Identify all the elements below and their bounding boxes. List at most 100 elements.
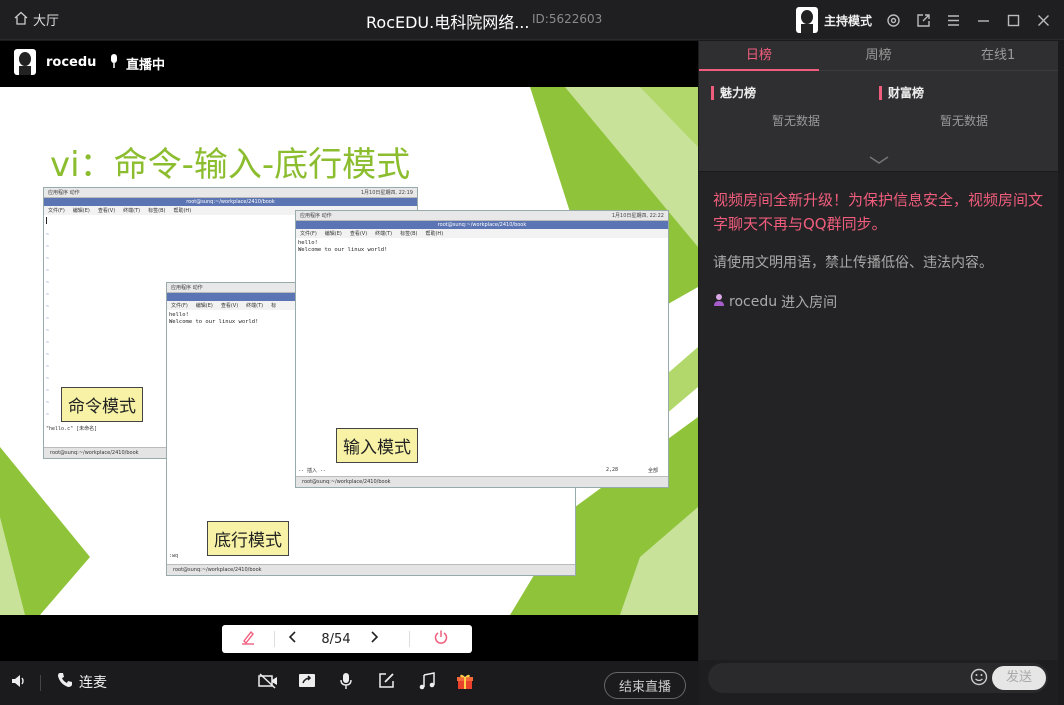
slide-title: vi：命令-输入-底行模式 [50,145,411,185]
charm-rank-title: 魅力榜 [711,86,881,100]
term3-statusbar: root@sunq:~/workplace/2410/book [167,564,575,575]
term1-cursor [46,217,47,224]
chat-input-area: 发送 [699,660,1058,705]
label-command-mode: 命令模式 [61,387,143,422]
host-mode-label: 主持模式 [823,13,872,28]
volume-button[interactable] [10,672,28,694]
host-mode-button[interactable]: 主持模式 [795,7,872,33]
term1-tildes: ~ ~ ~ ~ ~ ~ ~ ~ ~ ~ ~ ~ ~ ~ ~ ~ [46,232,50,418]
pen-tool-button[interactable] [222,625,274,653]
home-icon [14,11,28,29]
mic-link-button[interactable]: 连麦 [57,672,107,692]
term1-menu-file: 文件(F) [48,208,65,214]
term2-menu-help: 帮助(H) [425,231,444,237]
term2-line2: Welcome to our linux world! [298,247,388,253]
term2-content: hello! Welcome to our linux world! [296,238,668,256]
streamer-avatar [14,49,36,75]
term1-apps: 应用程序 动作 [48,190,80,196]
microphone-button[interactable] [339,672,353,694]
term2-status: root@sunq:~/workplace/2410/book [302,479,391,485]
end-live-button[interactable]: 结束直播 [604,672,686,699]
term1-menu-edit: 编辑(E) [72,208,90,214]
term2-menu-edit: 编辑(E) [324,231,342,237]
term1-menu-terminal: 终端(T) [123,208,141,214]
user-badge-icon [713,293,725,311]
tab-daily[interactable]: 日榜 [699,41,819,71]
music-button[interactable] [418,672,436,694]
live-label: 直播中 [126,57,166,73]
chat-system-notice: 视频房间全新升级！为保护信息安全，视频房间文字聊天不再与QQ群同步。 [713,191,1044,233]
send-button[interactable]: 发送 [992,666,1046,690]
prev-page-button[interactable] [275,625,311,653]
term2-position: 2,28 [605,467,618,473]
term3-menu-edit: 编辑(E) [195,303,213,309]
term3-menu-file: 文件(F) [171,303,188,309]
live-status: 直播中 [108,53,165,73]
room-id: ID:5622603 [532,12,603,26]
camera-toggle-button[interactable] [258,672,278,694]
chevron-right-icon [369,631,379,647]
phone-icon [57,672,73,692]
settings-icon[interactable] [884,11,902,29]
mic-link-label: 连麦 [79,675,107,691]
term1-title: root@sunq:~/workplace/2410/book [44,198,417,206]
charm-rank: 魅力榜 暂无数据 [711,86,881,129]
tab-weekly[interactable]: 周榜 [819,41,939,70]
popout-icon[interactable] [914,11,932,29]
screen-share-button[interactable] [298,672,316,694]
right-edge [1058,41,1064,705]
charm-rank-empty: 暂无数据 [771,114,820,128]
maximize-icon[interactable] [1004,11,1022,29]
share-screen-icon [298,672,316,694]
rank-panel: 日榜 周榜 在线1 魅力榜 暂无数据 财富榜 暂无数据 [699,41,1058,171]
term2-menu: 文件(F) 编辑(E) 查看(V) 终端(T) 标签(B) 帮助(H) [296,229,668,238]
next-page-button[interactable] [361,625,387,653]
lobby-label: 大厅 [33,14,60,29]
gift-icon [456,672,474,694]
term3-menu-terminal: 终端(T) [246,303,264,309]
camera-off-icon [258,672,278,694]
chat-enter-text: 进入房间 [781,295,838,311]
term2-scope: 全部 [647,468,658,474]
music-note-icon [418,672,436,694]
edit-button[interactable] [378,672,395,693]
gift-button[interactable] [456,672,474,694]
expand-rank-button[interactable] [869,153,889,169]
slide-pager: 8/54 [222,625,472,653]
menu-icon[interactable] [944,11,962,29]
chat-enter-user: rocedu [729,294,778,310]
term2-bottom-line: -- 插入 -- 2,28 全部 [298,467,658,474]
streamer-info[interactable]: rocedu [14,49,96,75]
term1-menu-view: 查看(V) [97,208,116,214]
slide-control-strip: 8/54 [0,615,698,661]
term1-menu-tabs: 标签(B) [148,208,166,214]
emoji-icon[interactable] [970,668,988,690]
term2-apps: 应用程序 动作 [300,213,332,219]
speaker-icon [10,672,28,694]
chevron-left-icon [288,631,298,647]
term1-status: root@sunq:~/workplace/2410/book [50,450,139,456]
mic-icon [339,672,353,694]
page-indicator: 8/54 [321,631,351,647]
wealth-rank: 财富榜 暂无数据 [879,86,1049,129]
term2-menu-tabs: 标签(B) [400,231,418,237]
streamer-bar: rocedu 直播中 [0,41,698,87]
term2-menu-terminal: 终端(T) [375,231,393,237]
lobby-button[interactable]: 大厅 [14,10,59,29]
toolbar-divider [40,675,41,691]
minimize-icon[interactable] [974,11,992,29]
term1-clock: 1月10日星期四, 22:19 [360,190,413,196]
close-icon[interactable] [1034,11,1052,29]
room-title: RocEDU.电科院网络... [366,13,530,32]
stop-presentation-button[interactable] [410,625,472,653]
edit-icon [378,672,395,693]
pen-icon [240,629,256,649]
term2-statusbar: root@sunq:~/workplace/2410/book [296,476,668,487]
tab-online[interactable]: 在线1 [938,41,1058,70]
term2-clock: 1月10日星期四, 22:22 [611,213,664,219]
chat-rule-notice: 请使用文明用语，禁止传播低俗、违法内容。 [713,255,993,271]
slide-view: vi：命令-输入-底行模式 应用程序 动作 1月10日星期四, 22:19 roo… [0,87,698,615]
power-icon [433,629,449,649]
term2-menu-file: 文件(F) [300,231,317,237]
term2-menu-view: 查看(V) [349,231,368,237]
